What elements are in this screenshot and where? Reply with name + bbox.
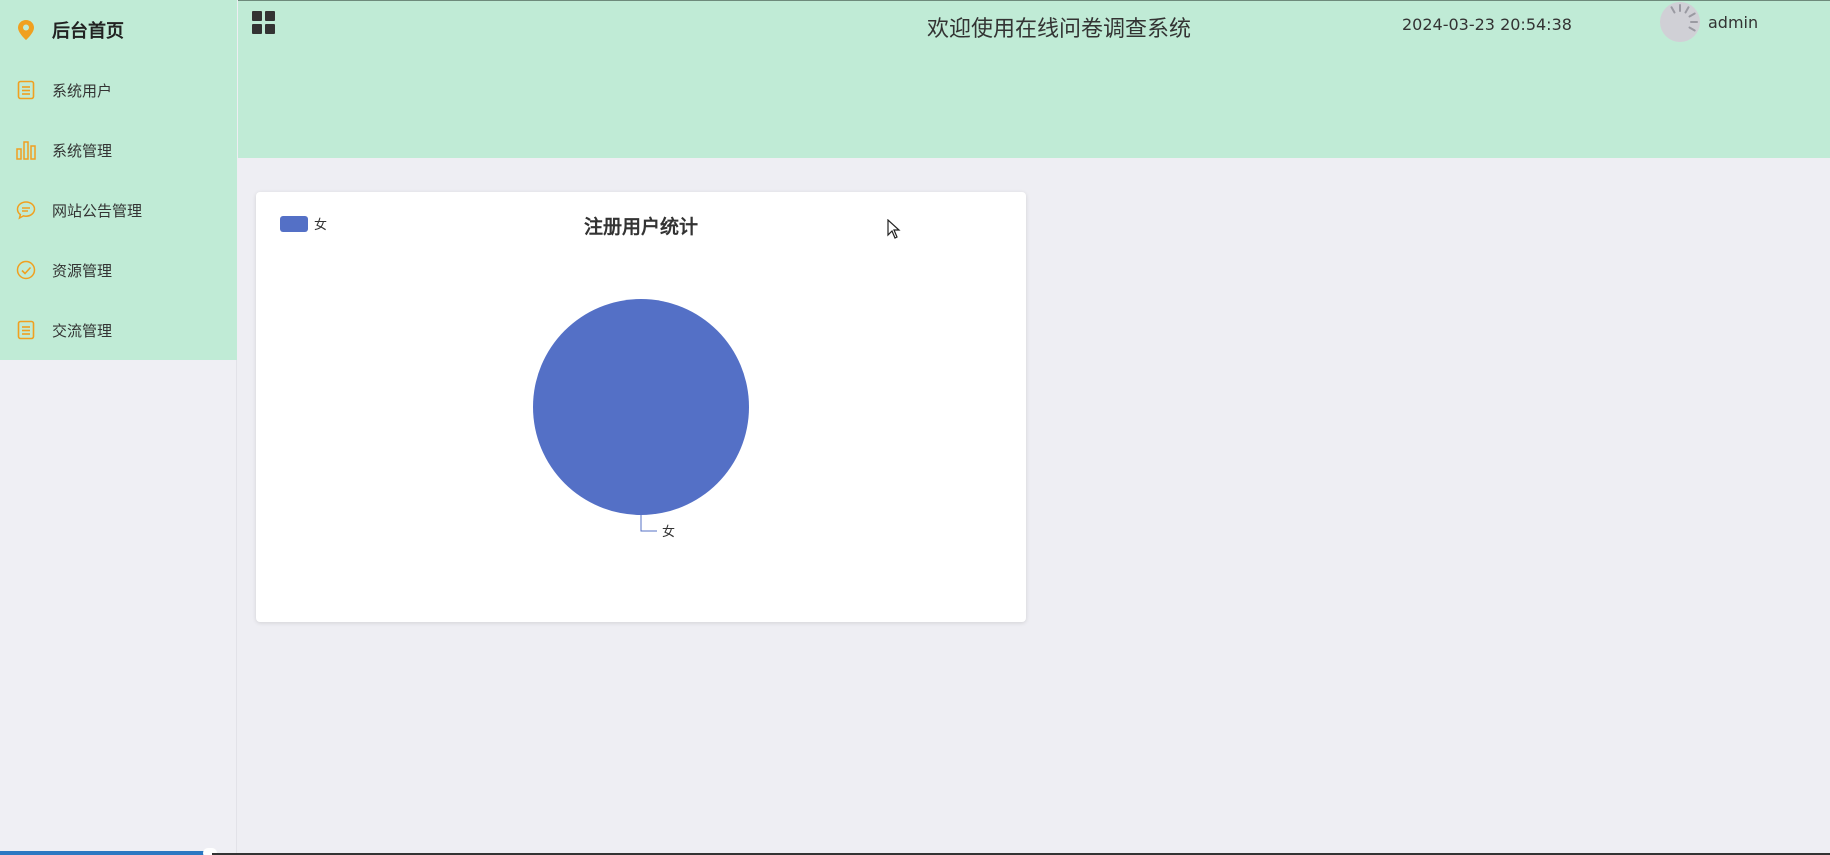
chat-bubble-icon xyxy=(16,200,36,220)
pie-label-line xyxy=(640,515,657,532)
sidebar-item-label: 资源管理 xyxy=(52,261,113,280)
sidebar-item-system-users[interactable]: 系统用户 xyxy=(0,60,237,120)
top-header: 欢迎使用在线问卷调查系统 2024-03-23 20:54:38 admin xyxy=(238,0,1830,158)
sidebar-item-label: 后台首页 xyxy=(52,21,124,42)
document-icon xyxy=(16,80,36,100)
sidebar-item-communication[interactable]: 交流管理 xyxy=(0,300,237,360)
pie-chart: 女 xyxy=(533,299,749,540)
load-progress-bar xyxy=(0,851,212,855)
sidebar-menu: 后台首页 系统用户 系统管理 网站公告管理 资源管理 交流管理 xyxy=(0,0,237,360)
location-pin-icon xyxy=(16,20,36,40)
pie-slice[interactable] xyxy=(533,299,749,515)
user-menu[interactable]: admin xyxy=(1660,2,1758,42)
sidebar-item-label: 网站公告管理 xyxy=(52,201,143,220)
mouse-cursor-icon xyxy=(887,218,901,243)
check-circle-icon xyxy=(16,260,36,280)
bar-chart-icon xyxy=(16,140,36,160)
chart-card: 女 注册用户统计 女 xyxy=(256,192,1026,622)
sidebar-item-announcements[interactable]: 网站公告管理 xyxy=(0,180,237,240)
sidebar: 后台首页 系统用户 系统管理 网站公告管理 资源管理 交流管理 xyxy=(0,0,237,855)
current-datetime: 2024-03-23 20:54:38 xyxy=(1402,15,1572,34)
site-title: 欢迎使用在线问卷调查系统 xyxy=(926,17,1191,42)
pie-slice-label: 女 xyxy=(662,524,675,540)
sidebar-item-label: 交流管理 xyxy=(52,321,113,340)
username: admin xyxy=(1708,12,1759,32)
sidebar-item-label: 系统用户 xyxy=(52,81,113,100)
avatar xyxy=(1660,2,1700,42)
document-icon xyxy=(16,320,36,340)
sidebar-item-resources[interactable]: 资源管理 xyxy=(0,240,237,300)
sidebar-item-label: 系统管理 xyxy=(52,141,113,160)
sidebar-item-system-management[interactable]: 系统管理 xyxy=(0,120,237,180)
sidebar-item-home[interactable]: 后台首页 xyxy=(0,0,237,60)
grid-menu-icon[interactable] xyxy=(252,11,276,35)
